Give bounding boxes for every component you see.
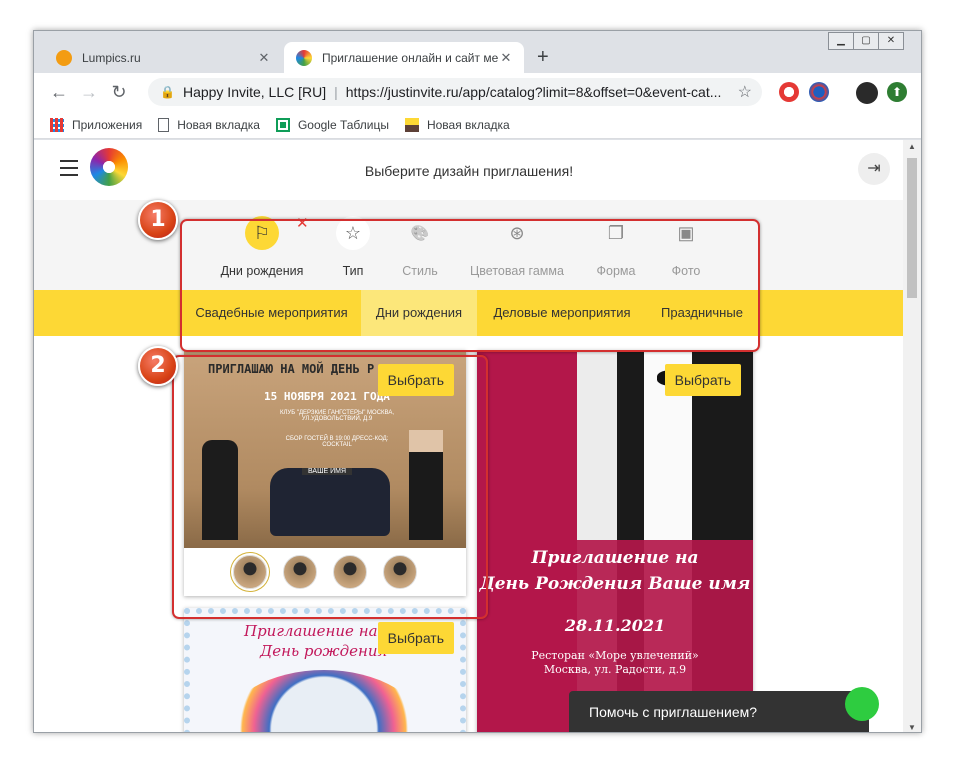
web-page: Выберите дизайн приглашения! ⇥ ⚐ Дни рож… (34, 140, 904, 732)
lumpics-favicon-icon (56, 49, 72, 66)
tab-lumpics[interactable]: Lumpics.ru ✕ (44, 42, 282, 73)
bookmark-google-sheets[interactable]: Google Таблицы (275, 117, 389, 132)
globe-extension-icon[interactable] (809, 82, 829, 102)
choose-button[interactable]: Выбрать (664, 364, 741, 396)
tab-title: Приглашение онлайн и сайт ме (322, 50, 498, 65)
reload-button[interactable]: ↻ (104, 82, 134, 103)
page-title: Выберите дизайн приглашения! (364, 163, 574, 179)
site-organization: Happy Invite, LLC [RU] (182, 84, 327, 100)
maximize-button[interactable]: ▢ (853, 32, 879, 50)
browser-toolbar: ← → ↻ 🔒 Happy Invite, LLC [RU] | https:/… (34, 73, 921, 111)
invitation-card-floral[interactable]: Приглашение на м День рождения Выбрать (184, 608, 466, 732)
annotation-badge-2: 2 (138, 346, 178, 386)
close-tab-icon[interactable]: ✕ (256, 50, 272, 66)
scrollbar-thumb[interactable] (907, 158, 917, 298)
annotation-box-card (172, 355, 488, 619)
tab-justinvite[interactable]: Приглашение онлайн и сайт ме ✕ (284, 42, 524, 73)
bookmark-new-tab-1[interactable]: Новая вкладка (158, 117, 260, 132)
profile-avatar[interactable] (856, 82, 878, 104)
sheets-icon (275, 117, 290, 132)
apps-grid-icon (50, 117, 64, 132)
bookmarks-bar: Приложения Новая вкладка Google Таблицы … (34, 111, 921, 139)
window-controls: ▁ ▢ ✕ (828, 32, 904, 50)
close-window-button[interactable]: ✕ (878, 32, 904, 50)
close-tab-icon[interactable]: ✕ (498, 50, 514, 66)
logout-icon[interactable]: ⇥ (858, 153, 890, 185)
browser-window: Lumpics.ru ✕ Приглашение онлайн и сайт м… (33, 30, 922, 733)
help-chat-widget[interactable]: Помочь с приглашением? (569, 687, 879, 732)
image-bookmark-icon (404, 117, 419, 132)
card-title-line1: Приглашение на м (244, 622, 395, 640)
card-title-line2: День Рождения Ваше имя (479, 574, 751, 594)
annotation-box-filters (180, 219, 760, 352)
card-title-line1: Приглашение на (531, 548, 699, 568)
invitation-card-tuxedo[interactable]: Приглашение на День Рождения Ваше имя 28… (477, 350, 753, 732)
tab-title: Lumpics.ru (82, 50, 141, 65)
card-title-line2: День рождения (260, 642, 388, 660)
card-venue: Ресторан «Море увлечений» (531, 649, 699, 662)
bookmark-label: Приложения (72, 117, 143, 132)
tab-strip: Lumpics.ru ✕ Приглашение онлайн и сайт м… (34, 31, 921, 73)
address-separator: | (334, 84, 338, 100)
site-header: Выберите дизайн приглашения! ⇥ (34, 140, 904, 200)
bookmark-label: Google Таблицы (297, 117, 389, 132)
address-url[interactable]: https://justinvite.ru/app/catalog?limit=… (346, 84, 728, 100)
page-scrollbar[interactable]: ▲ ▼ (903, 140, 921, 732)
choose-button[interactable]: Выбрать (377, 622, 454, 654)
minimize-button[interactable]: ▁ (828, 32, 854, 50)
annotation-badge-1: 1 (138, 200, 178, 240)
bookmark-new-tab-2[interactable]: Новая вкладка (404, 117, 510, 132)
back-button[interactable]: ← (44, 82, 74, 103)
bookmark-star-icon[interactable]: ☆ (738, 82, 752, 102)
scroll-up-icon[interactable]: ▲ (903, 142, 921, 151)
forward-button[interactable]: → (74, 82, 104, 103)
chat-status-icon (845, 687, 879, 721)
new-tab-button[interactable]: + (537, 46, 549, 69)
address-bar[interactable]: 🔒 Happy Invite, LLC [RU] | https://justi… (148, 78, 762, 106)
lock-icon[interactable]: 🔒 (160, 85, 175, 99)
bookmark-apps[interactable]: Приложения (50, 117, 143, 132)
chat-label: Помочь с приглашением? (589, 704, 758, 720)
scroll-down-icon[interactable]: ▼ (903, 723, 921, 732)
opera-extension-icon[interactable] (779, 82, 799, 102)
bookmark-label: Новая вкладка (426, 117, 510, 132)
bookmark-label: Новая вкладка (177, 117, 260, 132)
justinvite-favicon-icon (296, 49, 312, 66)
page-icon (158, 117, 170, 132)
card-address: Москва, ул. Радости, д.9 (543, 663, 687, 676)
update-arrow-icon[interactable]: ⬆ (887, 82, 907, 102)
card-date: 28.11.2021 (564, 616, 666, 635)
